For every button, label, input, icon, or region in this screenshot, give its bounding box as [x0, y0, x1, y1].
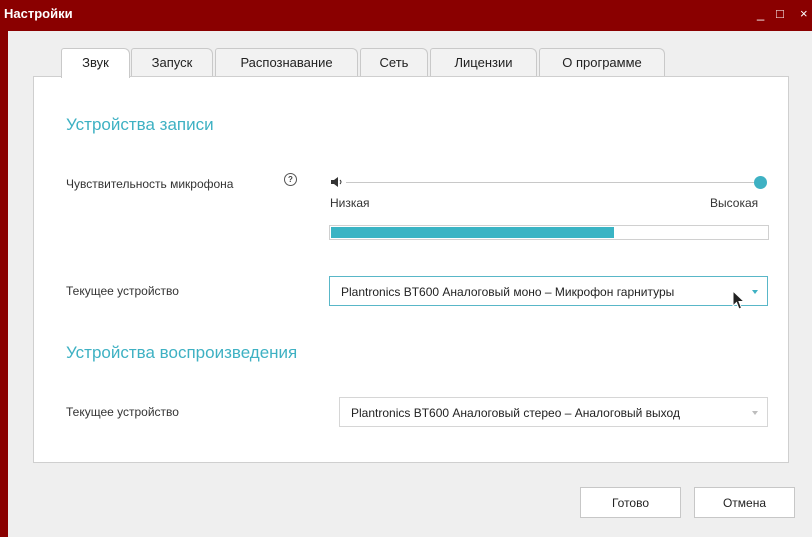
mic-level-fill [331, 227, 614, 238]
speaker-icon [331, 177, 342, 187]
sensitivity-slider-track[interactable] [346, 182, 760, 183]
tab-startup[interactable]: Запуск [131, 48, 213, 76]
slider-max-label: Высокая [710, 196, 759, 210]
tab-about[interactable]: О программе [539, 48, 665, 76]
title-bar: Настройки _ □ × [0, 0, 812, 31]
mic-sensitivity-label: Чувствительность микрофона [66, 177, 234, 191]
window-frame-left [0, 31, 8, 537]
slider-min-label: Низкая [330, 196, 370, 210]
tab-network[interactable]: Сеть [360, 48, 428, 76]
mouse-cursor-icon [732, 290, 746, 310]
close-button[interactable]: × [800, 7, 808, 21]
chevron-down-icon [752, 411, 758, 415]
recording-devices-title: Устройства записи [66, 115, 214, 134]
tab-licenses[interactable]: Лицензии [430, 48, 537, 76]
playback-devices-title: Устройства воспроизведения [66, 343, 298, 362]
window-title: Настройки [4, 6, 73, 21]
done-button[interactable]: Готово [580, 487, 681, 518]
recording-device-value: Plantronics BT600 Аналоговый моно – Микр… [341, 285, 675, 299]
minimize-button[interactable]: _ [757, 7, 764, 21]
mic-level-meter [329, 225, 769, 240]
playback-device-select[interactable]: Plantronics BT600 Аналоговый стерео – Ан… [339, 397, 768, 427]
tab-sound[interactable]: Звук [61, 48, 130, 78]
recording-device-select[interactable]: Plantronics BT600 Аналоговый моно – Микр… [329, 276, 768, 306]
playback-device-label: Текущее устройство [66, 405, 179, 419]
maximize-button[interactable]: □ [776, 7, 784, 21]
chevron-down-icon [752, 290, 758, 294]
recording-device-label: Текущее устройство [66, 284, 179, 298]
question-circle-icon[interactable]: ? [284, 173, 297, 186]
sensitivity-slider-thumb[interactable] [754, 176, 767, 189]
playback-device-value: Plantronics BT600 Аналоговый стерео – Ан… [351, 406, 680, 420]
tab-recognition[interactable]: Распознавание [215, 48, 358, 76]
cancel-button[interactable]: Отмена [694, 487, 795, 518]
